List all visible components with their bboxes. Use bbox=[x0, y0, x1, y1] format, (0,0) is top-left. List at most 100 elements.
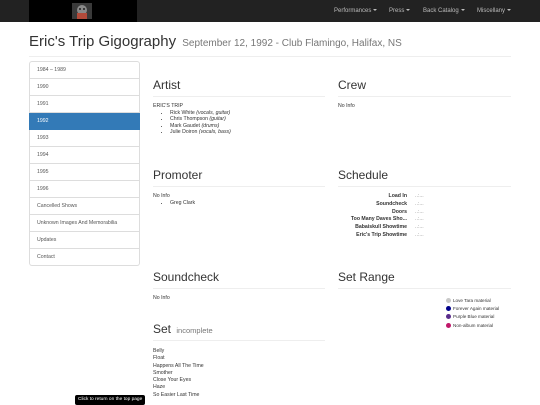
sidebar-item-unknown-images[interactable]: Unknown Images And Memorabilia bbox=[29, 215, 140, 232]
schedule-time: ..:... bbox=[415, 193, 424, 199]
year-sidebar: 1984 – 1989 1990 1991 1992 1993 1994 199… bbox=[29, 61, 140, 266]
schedule-heading: Schedule bbox=[338, 168, 511, 187]
set-range-section: Set Range Love Tara material Forever Aga… bbox=[338, 270, 511, 331]
set-range-heading: Set Range bbox=[338, 270, 511, 289]
schedule-time: ..:... bbox=[415, 208, 424, 215]
artist-members-list: Rick White (vocals, guitar) Chris Thomps… bbox=[153, 110, 325, 136]
setlist: Belly Float Happens All The Time Smother… bbox=[153, 348, 325, 399]
chevron-down-icon bbox=[507, 9, 512, 12]
list-item: Float bbox=[153, 355, 165, 362]
nav-press[interactable]: Press bbox=[389, 0, 411, 22]
set-range-legend: Love Tara material Forever Again materia… bbox=[446, 298, 511, 328]
table-row: Too Many Daves Sho.....:... bbox=[338, 216, 511, 224]
member-name: Rick White bbox=[170, 109, 195, 116]
legend-label: Purple Blue material bbox=[453, 314, 495, 320]
back-to-top-tooltip[interactable]: Click to return on the top page bbox=[75, 395, 146, 405]
sidebar-item-cancelled-shows[interactable]: Cancelled Shows bbox=[29, 198, 140, 215]
schedule-label: Eric's Trip Showtime bbox=[356, 231, 407, 238]
legend-label: Non-album material bbox=[453, 322, 494, 328]
soundcheck-heading: Soundcheck bbox=[153, 270, 325, 289]
crew-section: Crew No Info bbox=[338, 78, 511, 110]
page-title: Eric's Trip Gigography September 12, 199… bbox=[29, 33, 402, 50]
schedule-time: ..:... bbox=[415, 231, 424, 238]
member-role: (vocals, guitar) bbox=[196, 109, 231, 116]
set-section: Set incomplete Belly Float Happens All T… bbox=[153, 322, 325, 399]
table-row: Eric's Trip Showtime..:... bbox=[338, 232, 511, 240]
member-role: (guitar) bbox=[209, 116, 226, 123]
list-item: Close Your Eyes bbox=[153, 377, 192, 384]
list-item: Rick White (vocals, guitar) bbox=[170, 110, 325, 117]
sidebar-item-1990[interactable]: 1990 bbox=[29, 79, 140, 96]
promoter-list: Greg Clark bbox=[153, 200, 325, 207]
sidebar-item-1992[interactable]: 1992 bbox=[29, 113, 140, 130]
legend-dot-purple-blue bbox=[446, 314, 451, 320]
list-item: Mark Gaudet (drums) bbox=[170, 123, 325, 130]
soundcheck-text: No Info bbox=[153, 295, 170, 301]
legend-item: Non-album material bbox=[446, 322, 511, 328]
sidebar-item-1996[interactable]: 1996 bbox=[29, 181, 140, 198]
schedule-label: Soundcheck bbox=[376, 200, 407, 207]
schedule-time: ..:... bbox=[415, 224, 424, 231]
site-logo[interactable] bbox=[29, 0, 137, 22]
promoter-text: No Info bbox=[153, 193, 170, 199]
schedule-label: Doors bbox=[392, 208, 407, 215]
legend-dot-non-album bbox=[446, 322, 451, 328]
nav-press-label: Press bbox=[389, 8, 405, 14]
nav-back-catalog[interactable]: Back Catalog bbox=[423, 0, 465, 22]
schedule-time: ..:... bbox=[415, 200, 424, 207]
sidebar-item-1984-1989[interactable]: 1984 – 1989 bbox=[29, 61, 140, 79]
artist-heading: Artist bbox=[153, 78, 325, 97]
list-item: Haze bbox=[153, 384, 166, 391]
crew-text: No Info bbox=[338, 103, 355, 109]
band-emblem-icon bbox=[72, 3, 92, 19]
list-item: Chris Thompson (guitar) bbox=[170, 116, 325, 123]
member-role: (drums) bbox=[201, 122, 220, 129]
set-heading-text: Set bbox=[153, 322, 172, 336]
table-row: Babaiskull Showtime..:... bbox=[338, 224, 511, 232]
member-role: (vocals, bass) bbox=[198, 129, 231, 136]
member-name: Mark Gaudet bbox=[170, 122, 200, 129]
sidebar-item-updates[interactable]: Updates bbox=[29, 232, 140, 249]
schedule-section: Schedule Load In..:... Soundcheck..:... … bbox=[338, 168, 511, 240]
sidebar-item-contact[interactable]: Contact bbox=[29, 249, 140, 266]
sidebar-item-1993[interactable]: 1993 bbox=[29, 130, 140, 147]
legend-label: Forever Again material bbox=[453, 306, 500, 312]
top-navbar: Performances Press Back Catalog Miscella… bbox=[0, 0, 540, 22]
chevron-down-icon bbox=[406, 9, 411, 12]
page-subtitle: September 12, 1992 - Club Flamingo, Hali… bbox=[182, 38, 402, 49]
sidebar-item-1991[interactable]: 1991 bbox=[29, 96, 140, 113]
legend-dot-forever-again bbox=[446, 306, 451, 312]
list-item: Julie Doiron (vocals, bass) bbox=[170, 129, 325, 136]
member-name: Chris Thompson bbox=[170, 116, 208, 123]
schedule-time: ..:... bbox=[415, 216, 424, 223]
promoter-heading: Promoter bbox=[153, 168, 325, 187]
nav-performances-label: Performances bbox=[334, 8, 372, 14]
chevron-down-icon bbox=[460, 9, 465, 12]
legend-item: Love Tara material bbox=[446, 298, 511, 303]
nav-miscellany[interactable]: Miscellany bbox=[477, 0, 512, 22]
table-row: Soundcheck..:... bbox=[338, 201, 511, 209]
sidebar-item-1995[interactable]: 1995 bbox=[29, 164, 140, 181]
schedule-label: Too Many Daves Sho... bbox=[350, 216, 407, 223]
nav-miscellany-label: Miscellany bbox=[477, 8, 506, 14]
set-heading: Set incomplete bbox=[153, 322, 325, 341]
legend-item: Purple Blue material bbox=[446, 314, 511, 320]
artist-section: Artist ERIC'S TRIP Rick White (vocals, g… bbox=[153, 78, 325, 136]
sidebar-item-1994[interactable]: 1994 bbox=[29, 147, 140, 164]
nav-performances[interactable]: Performances bbox=[334, 0, 378, 22]
schedule-label: Babaiskull Showtime bbox=[355, 224, 407, 231]
artist-band-name: ERIC'S TRIP bbox=[153, 103, 184, 109]
list-item: Greg Clark bbox=[170, 200, 325, 207]
nav-back-catalog-label: Back Catalog bbox=[423, 8, 459, 14]
list-item: Belly bbox=[153, 348, 165, 354]
title-divider bbox=[29, 56, 511, 57]
promoter-section: Promoter No Info Greg Clark bbox=[153, 168, 325, 206]
member-name: Julie Doiron bbox=[170, 129, 198, 136]
table-row: Doors..:... bbox=[338, 209, 511, 217]
chevron-down-icon bbox=[373, 9, 378, 12]
legend-label: Love Tara material bbox=[453, 298, 491, 303]
list-item: Happens All The Time bbox=[153, 362, 204, 369]
list-item: Smother bbox=[153, 369, 173, 376]
table-row: Load In..:... bbox=[338, 193, 511, 201]
legend-dot-love-tara bbox=[446, 298, 451, 303]
